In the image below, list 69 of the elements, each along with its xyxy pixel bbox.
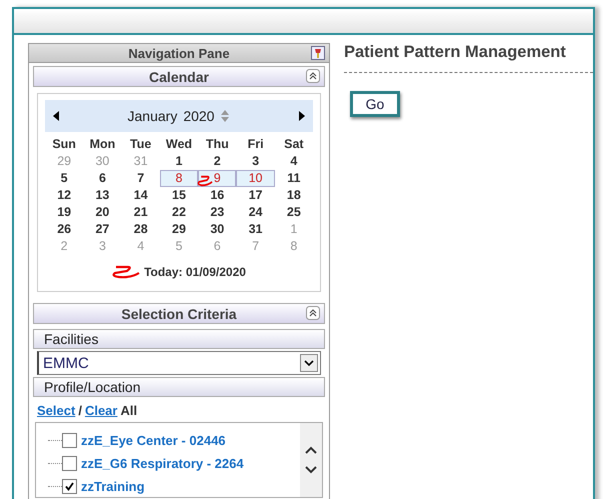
location-label[interactable]: zzE_G6 Respiratory - 2264 <box>81 456 244 471</box>
calendar-day[interactable]: 11 <box>274 170 313 187</box>
clear-all-link[interactable]: Clear <box>84 403 118 418</box>
calendar-day[interactable]: 24 <box>236 204 275 221</box>
calendar-day[interactable]: 13 <box>83 187 122 204</box>
weekday-header: Fri <box>246 136 265 153</box>
weekday-header: Sat <box>283 136 305 153</box>
go-button[interactable]: Go <box>350 91 400 117</box>
calendar-day[interactable]: 18 <box>274 187 313 204</box>
calendar-day[interactable]: 21 <box>122 204 160 221</box>
calendar-day[interactable]: 23 <box>198 204 236 221</box>
previous-month-icon[interactable] <box>53 111 59 121</box>
calendar-day[interactable]: 12 <box>45 187 84 204</box>
all-label: All <box>120 403 138 418</box>
separator-text: / <box>78 403 82 418</box>
page-title: Patient Pattern Management <box>344 43 567 62</box>
scroll-down-icon[interactable] <box>304 465 318 475</box>
location-label[interactable]: zzTraining <box>81 479 145 494</box>
calendar-day[interactable]: 27 <box>83 221 122 238</box>
today-label[interactable]: Today: 01/09/2020 <box>144 265 246 279</box>
pin-icon[interactable] <box>311 46 325 60</box>
pane-title: Navigation Pane <box>128 46 230 60</box>
calendar-day[interactable]: 4 <box>274 153 313 170</box>
calendar-day[interactable]: 17 <box>236 187 275 204</box>
calendar-day[interactable]: 8 <box>160 170 198 187</box>
calendar-day[interactable]: 7 <box>122 170 160 187</box>
location-label[interactable]: zzE_Eye Center - 02446 <box>81 433 226 448</box>
panel-title: Calendar <box>149 68 209 84</box>
calendar-day[interactable]: 31 <box>236 221 275 238</box>
calendar-day[interactable]: 19 <box>45 204 84 221</box>
calendar-day[interactable]: 22 <box>160 204 198 221</box>
calendar-day[interactable]: 25 <box>274 204 313 221</box>
calendar-day[interactable]: 14 <box>122 187 160 204</box>
calendar-day[interactable]: 1 <box>160 153 198 170</box>
checkbox[interactable] <box>62 433 77 448</box>
calendar-day[interactable]: 29 <box>160 221 198 238</box>
calendar-day[interactable]: 15 <box>160 187 198 204</box>
section-header: Profile/Location <box>33 377 325 397</box>
checkbox[interactable] <box>62 479 77 494</box>
weekday-header: Tue <box>129 136 152 153</box>
calendar-day[interactable]: 30 <box>198 221 236 238</box>
facility-dropdown[interactable]: EMMC <box>37 351 321 375</box>
section-header: Facilities <box>33 329 325 349</box>
calendar-day[interactable]: 26 <box>45 221 84 238</box>
calendar-day[interactable]: 5 <box>45 170 84 187</box>
calendar-day[interactable]: 20 <box>83 204 122 221</box>
calendar-day[interactable]: 3 <box>236 153 275 170</box>
next-month-icon[interactable] <box>299 111 305 121</box>
calendar-day[interactable]: 10 <box>236 170 275 187</box>
calendar-day[interactable]: 28 <box>122 221 160 238</box>
scroll-up-icon[interactable] <box>304 445 318 455</box>
calendar-day[interactable]: 16 <box>198 187 236 204</box>
checkbox[interactable] <box>62 456 77 471</box>
month-label: January <box>128 108 178 124</box>
calendar-day[interactable]: 2 <box>198 153 236 170</box>
weekday-header: Wed <box>164 136 194 153</box>
collapse-icon[interactable] <box>306 306 320 320</box>
calendar-day[interactable]: 6 <box>83 170 122 187</box>
year-label: 2020 <box>183 108 214 124</box>
scribble-annotation-drawing <box>196 175 214 187</box>
weekday-header: Sun <box>51 136 77 153</box>
collapse-icon[interactable] <box>306 69 320 83</box>
weekday-header: Thu <box>204 136 230 153</box>
chevron-down-icon <box>300 354 318 372</box>
calendar-day[interactable]: 9 <box>198 170 236 187</box>
weekday-header: Mon <box>88 136 116 153</box>
scribble-annotation-drawing <box>112 265 140 279</box>
panel-title: Selection Criteria <box>121 306 237 322</box>
select-all-link[interactable]: Select <box>37 403 76 418</box>
